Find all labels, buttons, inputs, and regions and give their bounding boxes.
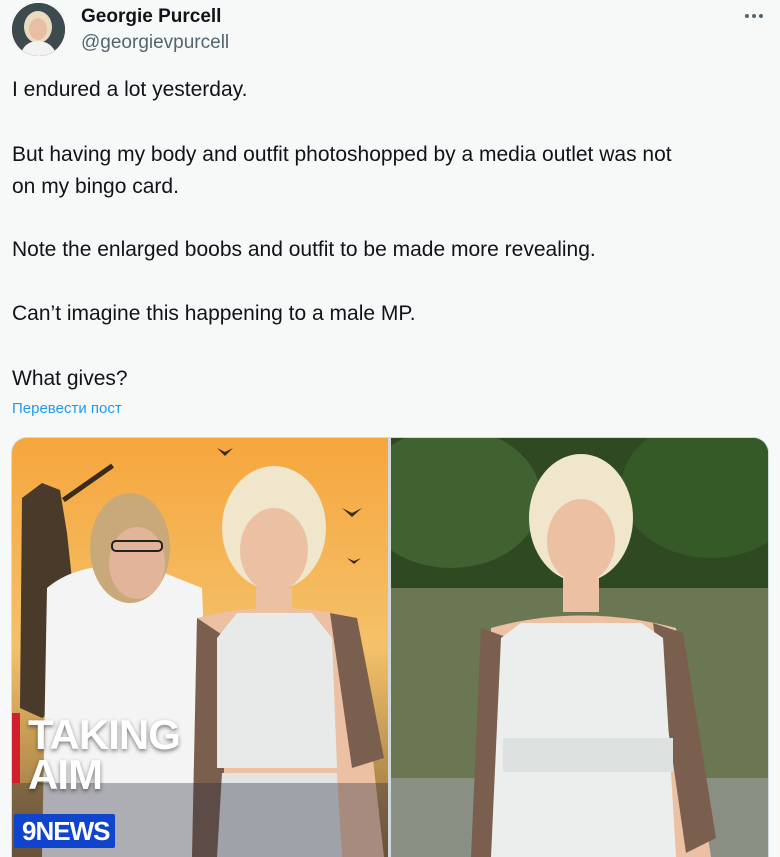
author-name[interactable]: Georgie Purcell (81, 6, 221, 28)
tweet-text-line: What gives? (12, 367, 128, 390)
tweet-text-line: Note the enlarged boobs and outfit to be… (12, 238, 596, 261)
tweet-text-line: I endured a lot yesterday. (12, 78, 248, 101)
original-photo[interactable] (391, 438, 768, 857)
author-handle[interactable]: @georgievpurcell (81, 32, 229, 54)
news-logo: 9NEWS (14, 814, 116, 848)
more-options-icon[interactable] (741, 8, 767, 24)
tweet-text-line: Can’t imagine this happening to a male M… (12, 302, 416, 325)
news-overlay-title-line: TAKING (28, 711, 181, 758)
tweet-header: Georgie Purcell @georgievpurcell (0, 0, 780, 60)
avatar-image (12, 3, 65, 56)
news-overlay-title: TAKING AIM (28, 711, 181, 798)
tweet-text-line: But having my body and outfit photoshopp… (12, 143, 672, 166)
translate-post-link[interactable]: Перевести пост (12, 400, 122, 417)
tweet-text-line: on my bingo card. (12, 175, 179, 198)
news-logo-text: 9NEWS (22, 815, 110, 846)
avatar[interactable] (12, 3, 65, 56)
news-overlay-title-line: AIM (28, 751, 103, 798)
